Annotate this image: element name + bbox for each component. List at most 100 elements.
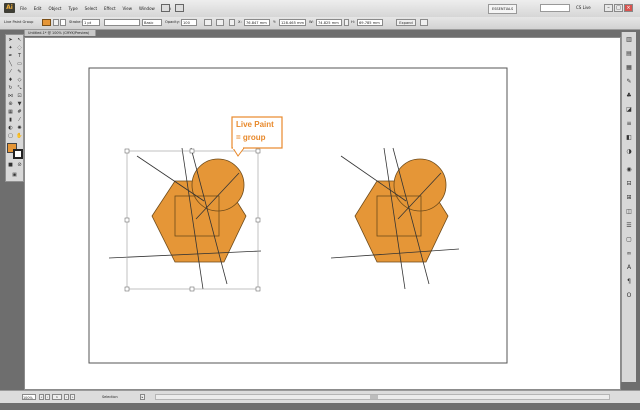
links-icon[interactable]: ∞ [625,250,633,258]
color-mode-icon[interactable]: ■ [7,162,14,169]
menu-object[interactable]: Object [48,6,61,11]
opacity-input[interactable]: 100 [181,19,197,26]
help-search-input[interactable] [540,4,570,12]
stroke-weight-input[interactable]: 1 pt [82,19,100,26]
paintbrush-tool-icon[interactable]: ⁄ [7,69,14,76]
free-transform-tool-icon[interactable]: ⊡ [16,93,23,100]
callout-line-1: Live Paint [236,120,274,129]
rectangle-tool-icon[interactable]: ▭ [16,61,23,68]
horizontal-scrollbar[interactable] [155,394,610,400]
brush-definition-dropdown[interactable]: Basic [142,19,162,26]
eraser-tool-icon[interactable]: ◇ [16,77,23,84]
direct-selection-tool-icon[interactable]: ↖ [16,37,23,44]
menu-type[interactable]: Type [68,6,77,11]
pencil-tool-icon[interactable]: ✎ [16,69,23,76]
screen-mode-icon[interactable]: ▣ [11,172,18,179]
none-swatch-icon[interactable]: ⊘ [16,162,23,169]
fill-dropdown-button[interactable] [53,19,59,26]
menu-view[interactable]: View [123,6,133,11]
menu-select[interactable]: Select [85,6,97,11]
stroke-color-icon[interactable] [13,149,23,159]
x-position-input[interactable]: 76.847 mm [244,19,270,26]
pathfinder-icon[interactable]: ◫ [625,208,633,216]
height-input[interactable]: 69.785 mm [357,19,383,26]
blend-tool-icon[interactable]: ◐ [7,125,14,132]
brushes-icon[interactable]: ✎ [625,78,633,86]
circle-right [393,158,447,212]
menu-file[interactable]: File [20,6,27,11]
minimize-button[interactable]: – [604,4,613,12]
appearance-icon[interactable]: ◉ [625,166,633,174]
variable-width-profile-dropdown[interactable] [104,19,140,26]
constrain-proportions-icon[interactable] [344,19,349,26]
next-artboard-button[interactable]: › [64,394,69,400]
width-input[interactable]: 74.825 mm [316,19,342,26]
gradient-icon[interactable]: ◧ [625,134,633,142]
last-artboard-button[interactable]: » [70,394,75,400]
window-controls: – □ × [603,4,633,12]
character-icon[interactable]: A [625,264,633,272]
graphic-styles-button[interactable] [204,19,212,26]
graphic-styles-icon[interactable]: ◪ [625,106,633,114]
gradient-tool-icon[interactable]: ▮ [7,117,14,124]
close-button[interactable]: × [624,4,633,12]
shape-builder-tool-icon[interactable]: ⊕ [7,101,14,108]
stroke-color-swatch[interactable] [60,19,66,26]
horizontal-scroll-thumb[interactable] [370,395,378,399]
align-icon[interactable]: ⊟ [625,180,633,188]
opentype-icon[interactable]: O [625,292,633,300]
lasso-tool-icon[interactable]: ◌ [16,45,23,52]
type-tool-icon[interactable]: T [16,53,23,60]
line-tool-icon[interactable]: ╲ [7,61,14,68]
pasteboard[interactable]: Live Paint = group [24,37,621,390]
arrange-documents-icon[interactable] [175,4,184,12]
cs-live-menu[interactable]: CS Live [576,4,591,12]
color-guide-icon[interactable]: ▤ [625,50,633,58]
stroke-icon[interactable]: ≡ [625,120,633,128]
transform-icon[interactable]: ⊞ [625,194,633,202]
mesh-tool-icon[interactable]: # [16,109,23,116]
workspace-switcher[interactable]: ESSENTIALS [488,4,518,14]
symbols-icon[interactable]: ♣ [625,92,633,100]
zoom-level-field[interactable]: 100% [22,394,36,400]
stroke-label: Stroke: [69,20,82,24]
status-menu-arrow[interactable]: ▸ [140,394,145,400]
panel-dock: ▥ ▤ ▦ ✎ ♣ ◪ ≡ ◧ ◑ ◉ ⊟ ⊞ ◫ ☰ ▢ ∞ A ¶ O [621,32,636,382]
rotate-tool-icon[interactable]: ↻ [7,85,14,92]
layers-icon[interactable]: ☰ [625,222,633,230]
width-tool-icon[interactable]: ⋈ [7,93,14,100]
menu-window[interactable]: Window [139,6,155,11]
y-position-input[interactable]: 128.465 mm [279,19,306,26]
reference-point-icon[interactable] [229,19,235,26]
selection-type-label: Live Paint Group [4,20,34,24]
document-tab[interactable]: Untitled-1* @ 100% (CMYK/Preview) [24,29,96,36]
transparency-icon[interactable]: ◑ [625,148,633,156]
swatches-icon[interactable]: ▦ [625,64,633,72]
magic-wand-tool-icon[interactable]: ✦ [7,45,14,52]
menu-edit[interactable]: Edit [34,6,42,11]
artboard-tool-icon[interactable]: ▢ [7,133,14,140]
align-button[interactable] [216,19,224,26]
expand-button[interactable]: Expand [396,19,416,26]
color-panel-icon[interactable]: ▥ [625,36,633,44]
hand-tool-icon[interactable]: ✋ [16,133,23,140]
scale-tool-icon[interactable]: ⤡ [16,85,23,92]
selection-tool-icon[interactable]: ➤ [7,37,14,44]
panel-menu-icon[interactable] [420,19,428,26]
fill-color-swatch[interactable] [42,19,51,26]
previous-artboard-button[interactable]: ‹ [45,394,50,400]
menu-effect[interactable]: Effect [104,6,116,11]
artboards-icon[interactable]: ▢ [625,236,633,244]
eyedropper-tool-icon[interactable]: ⁄ [16,117,23,124]
paragraph-icon[interactable]: ¶ [625,278,633,286]
artboard-number-field[interactable]: 1 [52,394,62,400]
perspective-grid-tool-icon[interactable]: ▦ [7,109,14,116]
maximize-button[interactable]: □ [614,4,623,12]
blob-brush-tool-icon[interactable]: ♦ [7,77,14,84]
live-paint-bucket-tool-icon[interactable]: ▼ [16,101,23,108]
symbol-sprayer-tool-icon[interactable]: ✺ [16,125,23,132]
status-text[interactable]: Selection [102,394,118,400]
first-artboard-button[interactable]: « [39,394,44,400]
bridge-icon[interactable] [161,4,170,12]
pen-tool-icon[interactable]: ✒ [7,53,14,60]
